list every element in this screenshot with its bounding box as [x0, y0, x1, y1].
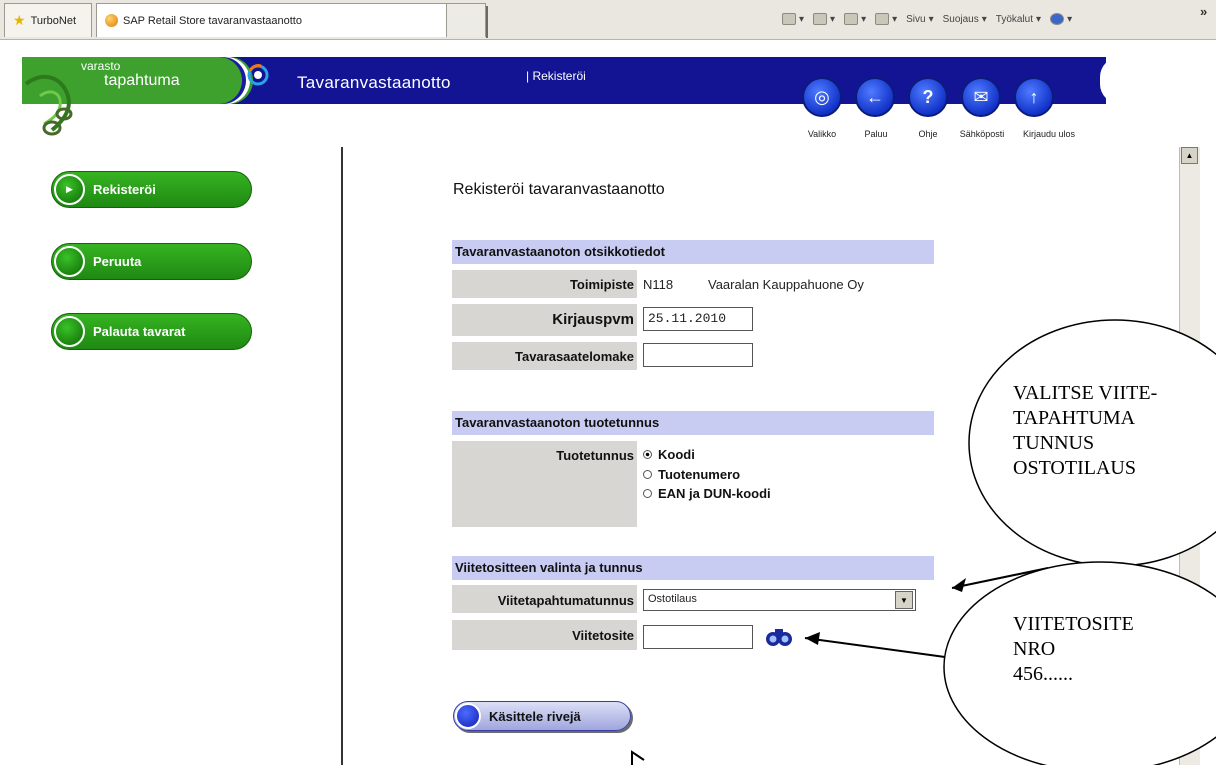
mouse-pointer-icon: [631, 750, 645, 765]
arrowhead-icon: [805, 632, 820, 645]
callout-text-2: VIITETOSITE NRO 456......: [1013, 613, 1134, 685]
callout-pointer-2: [804, 637, 946, 658]
screen: ★ TurboNet SAP Retail Store tavaranvasta…: [0, 0, 1216, 765]
callout-text-1: VALITSE VIITE- TAPAHTUMA TUNNUS OSTOTILA…: [1013, 382, 1158, 479]
arrowhead-icon: [952, 578, 966, 592]
